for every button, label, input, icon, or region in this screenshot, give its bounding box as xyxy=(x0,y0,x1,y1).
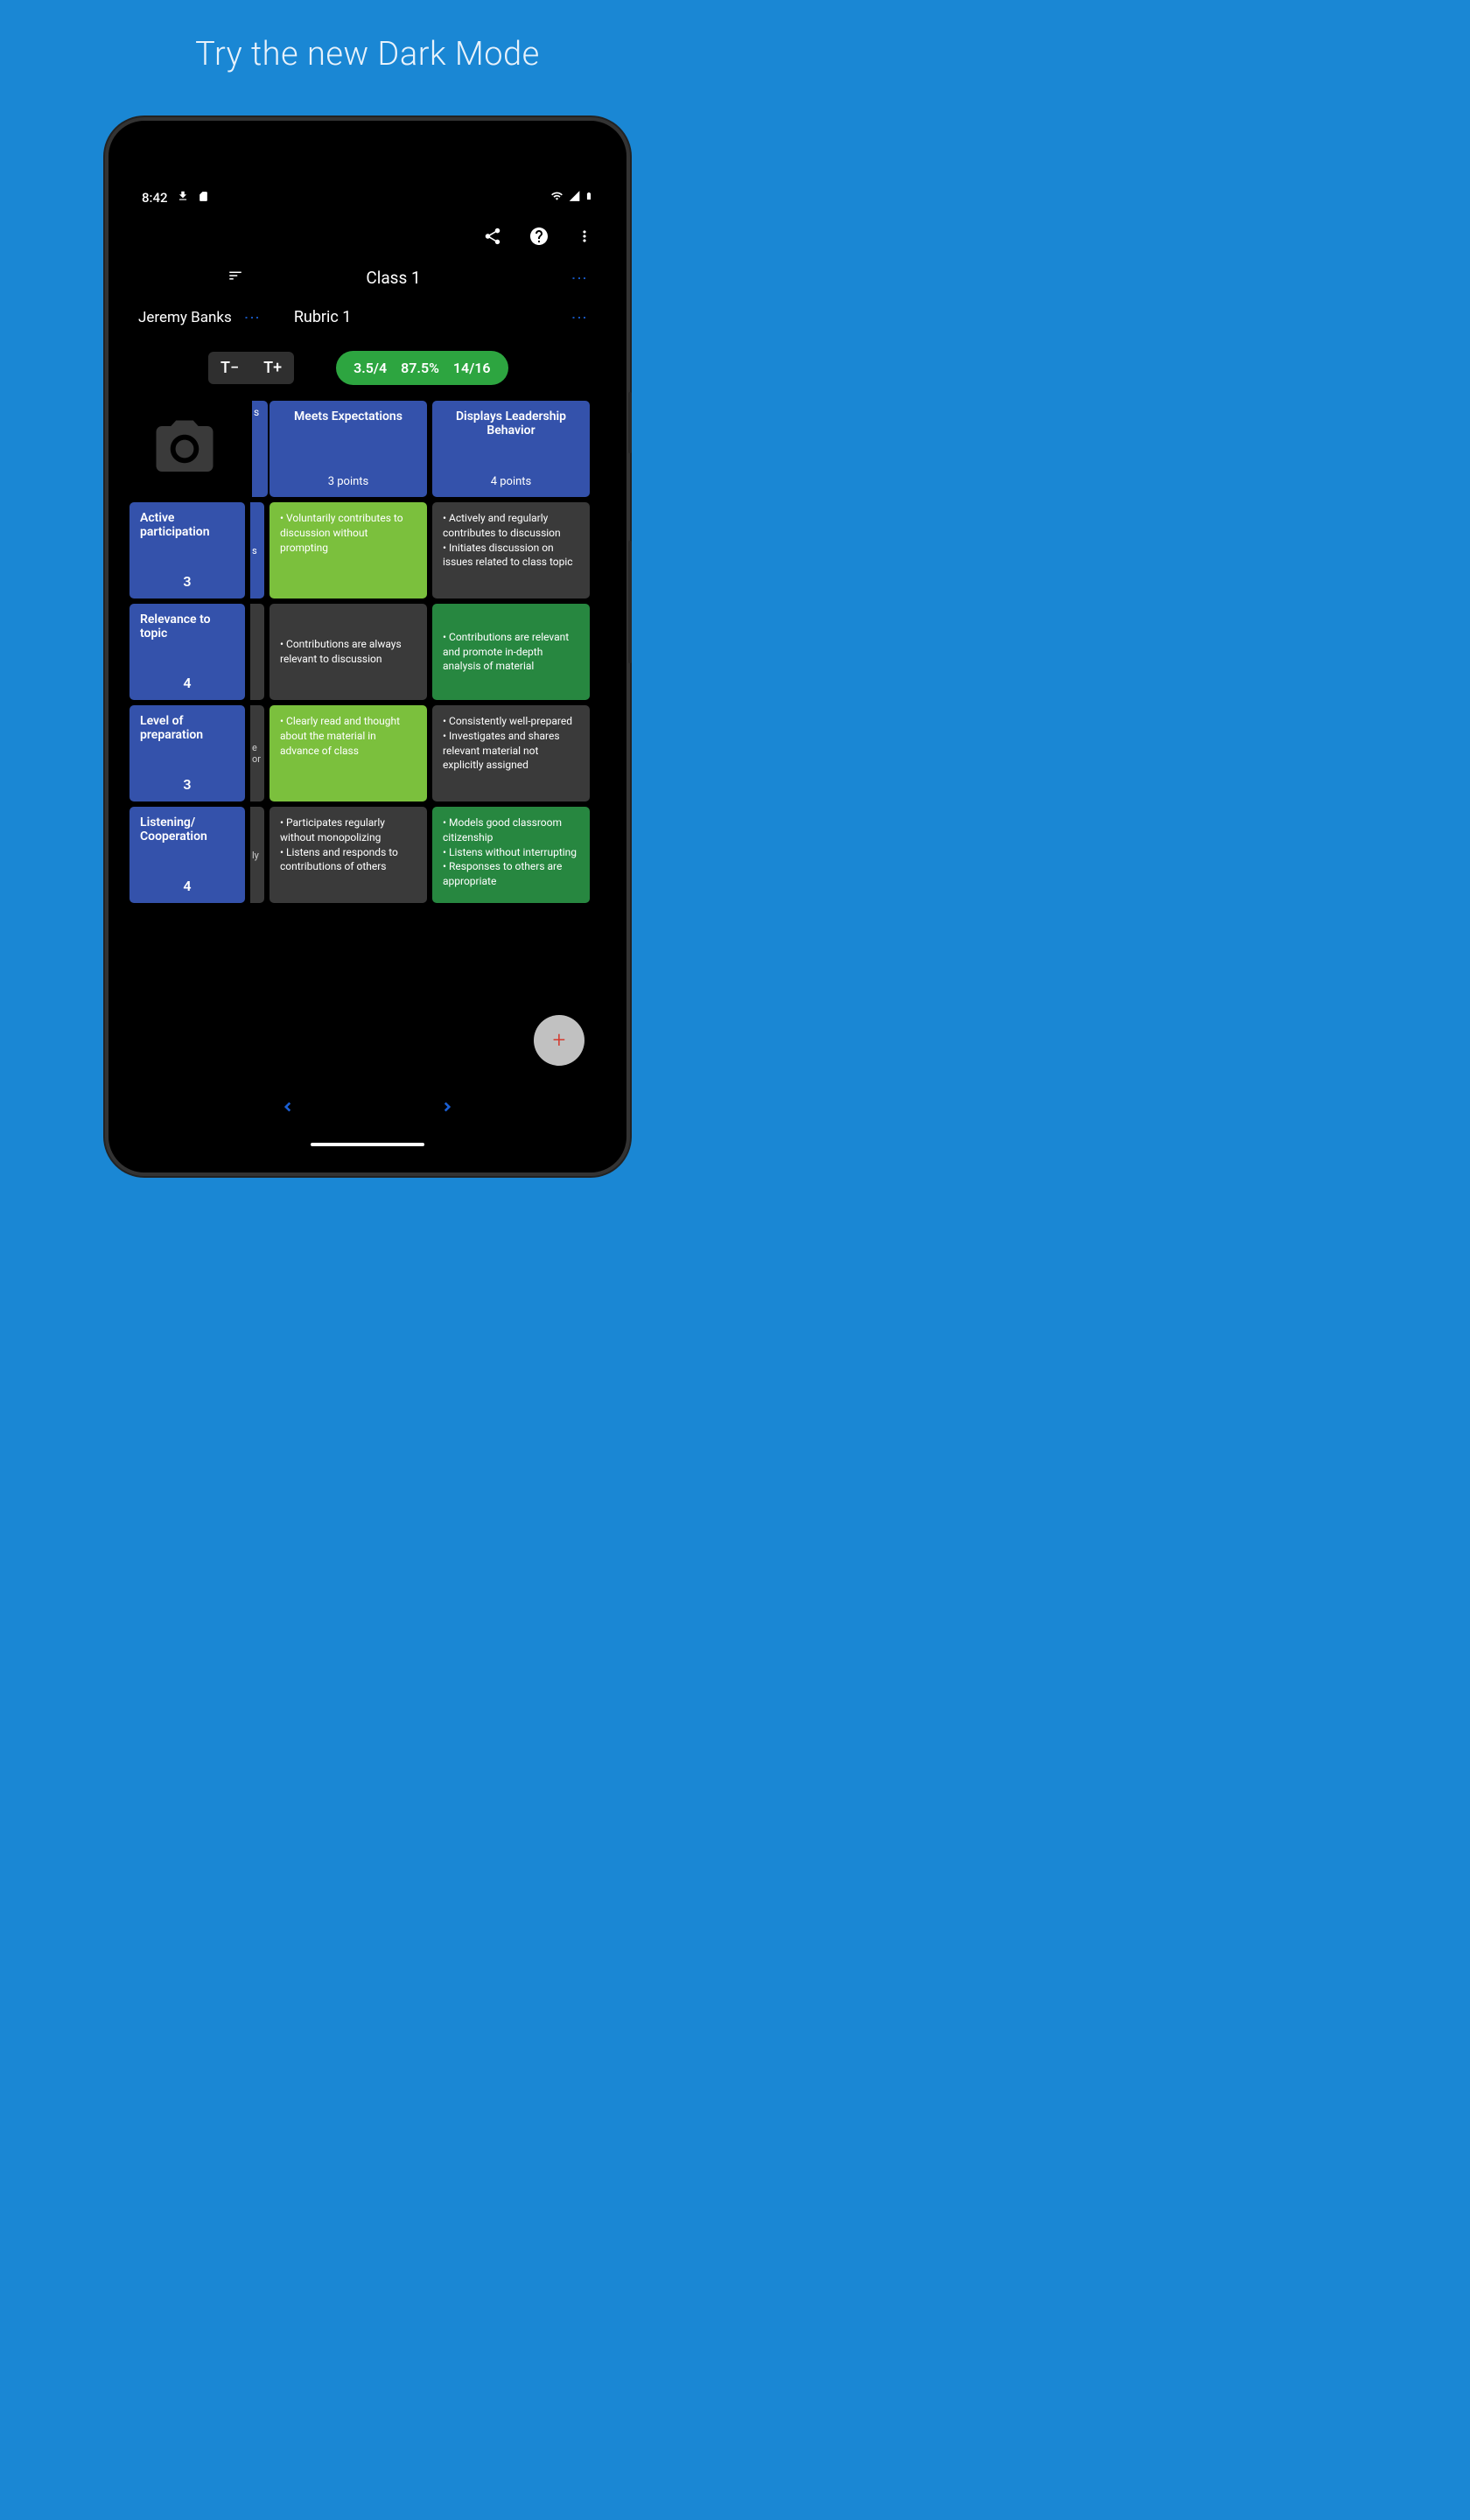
header-sliver: s xyxy=(252,401,268,497)
criterion-cell[interactable]: Active participation 3 xyxy=(130,502,245,598)
cell-text: • Voluntarily contributes to discussion … xyxy=(280,511,416,555)
home-indicator[interactable] xyxy=(311,1143,424,1146)
cell-sliver xyxy=(250,604,264,700)
score-pill[interactable]: 3.5/4 87.5% 14/16 xyxy=(336,351,508,385)
criterion-name: Relevance to topic xyxy=(140,612,234,640)
column-title: Displays Leadership Behavior xyxy=(443,410,579,438)
column-header-meets[interactable]: Meets Expectations 3 points xyxy=(270,401,427,497)
more-icon[interactable] xyxy=(576,228,593,248)
next-arrow[interactable] xyxy=(439,1095,455,1125)
cell-text: • Consistently well-prepared • Investiga… xyxy=(443,714,579,773)
rubric-cell[interactable]: • Contributions are always relevant to d… xyxy=(270,604,427,700)
cell-text: • Participates regularly without monopol… xyxy=(280,816,416,874)
battery-icon xyxy=(584,189,593,206)
cell-sliver: s xyxy=(250,502,264,598)
wifi-icon xyxy=(550,190,564,206)
rubric-cell[interactable]: • Participates regularly without monopol… xyxy=(270,807,427,903)
criterion-cell[interactable]: Level of preparation 3 xyxy=(130,705,245,802)
cell-text: • Contributions are always relevant to d… xyxy=(280,637,416,667)
criterion-cell[interactable]: Relevance to topic 4 xyxy=(130,604,245,700)
action-bar xyxy=(121,215,614,261)
cell-text: • Actively and regularly contributes to … xyxy=(443,511,579,570)
camera-cell[interactable]: s xyxy=(130,401,264,497)
column-points: 4 points xyxy=(443,475,579,488)
cell-sliver: ly xyxy=(250,807,264,903)
phone-screen: 8:42 xyxy=(121,136,614,1157)
download-icon xyxy=(177,190,189,206)
column-points: 3 points xyxy=(280,475,416,488)
rubric-label[interactable]: Rubric 1 xyxy=(294,308,352,326)
rubric-cell[interactable]: • Contributions are relevant and promote… xyxy=(432,604,590,700)
criterion-name: Listening/ Cooperation xyxy=(140,816,234,844)
rubric-cell[interactable]: • Models good classroom citizenship • Li… xyxy=(432,807,590,903)
camera-icon xyxy=(145,415,224,483)
phone-frame: 8:42 xyxy=(105,117,630,1176)
criterion-cell[interactable]: Listening/ Cooperation 4 xyxy=(130,807,245,903)
rubric-cell[interactable]: • Clearly read and thought about the mat… xyxy=(270,705,427,802)
student-name[interactable]: Jeremy Banks xyxy=(138,309,232,326)
rubric-more-icon[interactable]: ⋮ xyxy=(570,310,588,325)
cell-sliver: e or xyxy=(250,705,264,802)
sd-card-icon xyxy=(198,190,209,206)
status-bar: 8:42 xyxy=(121,180,614,215)
criterion-name: Level of preparation xyxy=(140,714,234,742)
text-increase-button[interactable]: T+ xyxy=(251,352,294,384)
criterion-name: Active participation xyxy=(140,511,234,539)
phone-side-button-1 xyxy=(628,392,632,453)
cell-text: • Models good classroom citizenship • Li… xyxy=(443,816,579,889)
column-header-leadership[interactable]: Displays Leadership Behavior 4 points xyxy=(432,401,590,497)
cell-text: • Contributions are relevant and promote… xyxy=(443,630,579,674)
rubric-grid: s Meets Expectations 3 points Displays L… xyxy=(121,401,614,903)
class-label[interactable]: Class 1 xyxy=(366,268,420,288)
score-avg: 3.5/4 xyxy=(354,360,387,376)
criterion-score: 3 xyxy=(140,776,234,793)
help-icon[interactable] xyxy=(528,226,550,250)
sort-icon[interactable] xyxy=(226,268,245,288)
class-more-icon[interactable]: ⋮ xyxy=(570,270,588,285)
signal-icon xyxy=(568,190,581,206)
plus-icon: + xyxy=(553,1027,566,1054)
phone-side-button-2 xyxy=(628,541,632,663)
status-time: 8:42 xyxy=(142,190,168,206)
text-decrease-button[interactable]: T− xyxy=(208,352,251,384)
prev-arrow[interactable] xyxy=(280,1095,296,1125)
student-more-icon[interactable]: ⋮ xyxy=(242,310,261,325)
promo-title: Try the new Dark Mode xyxy=(195,35,540,74)
text-size-controls: T− T+ xyxy=(208,352,294,384)
score-total: 14/16 xyxy=(453,360,491,376)
column-title: Meets Expectations xyxy=(280,410,416,424)
rubric-cell[interactable]: • Actively and regularly contributes to … xyxy=(432,502,590,598)
criterion-score: 4 xyxy=(140,675,234,691)
criterion-score: 3 xyxy=(140,573,234,590)
score-percent: 87.5% xyxy=(401,360,439,376)
cell-text: • Clearly read and thought about the mat… xyxy=(280,714,416,758)
rubric-cell[interactable]: • Consistently well-prepared • Investiga… xyxy=(432,705,590,802)
criterion-score: 4 xyxy=(140,878,234,894)
nav-arrows xyxy=(121,1095,614,1125)
share-icon[interactable] xyxy=(483,227,502,249)
rubric-cell[interactable]: • Voluntarily contributes to discussion … xyxy=(270,502,427,598)
add-button[interactable]: + xyxy=(534,1015,584,1066)
